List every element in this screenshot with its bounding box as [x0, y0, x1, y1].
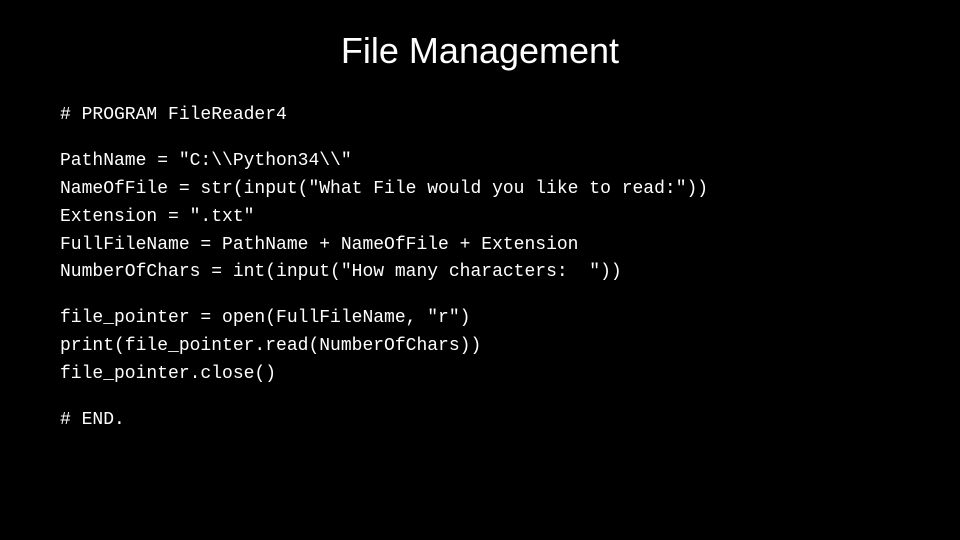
spacer-2 — [60, 287, 900, 305]
code-main: PathName = "C:\\Python34\\" NameOfFile =… — [60, 148, 900, 287]
slide-title: File Management — [60, 30, 900, 72]
code-file-ops: file_pointer = open(FullFileName, "r") p… — [60, 305, 900, 389]
code-comment-end: # END. — [60, 407, 900, 435]
slide-container: File Management # PROGRAM FileReader4 Pa… — [0, 0, 960, 540]
spacer-1 — [60, 130, 900, 148]
spacer-3 — [60, 389, 900, 407]
code-comment-program: # PROGRAM FileReader4 — [60, 102, 900, 130]
